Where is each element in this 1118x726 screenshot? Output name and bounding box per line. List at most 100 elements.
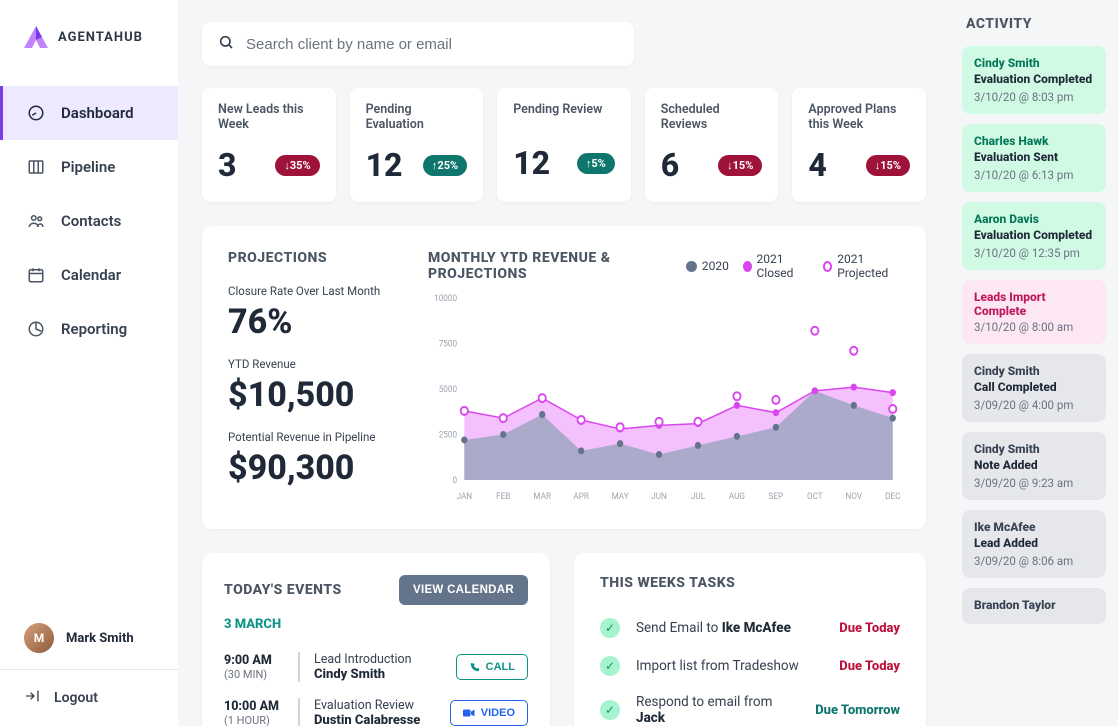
nav-pipeline[interactable]: Pipeline (0, 140, 178, 194)
stat-card: Pending Review 12 ↑5% (497, 88, 631, 202)
search-bar[interactable] (202, 22, 634, 66)
stat-delta: ↓15% (718, 155, 762, 176)
ytd-value: $10,500 (228, 375, 398, 415)
svg-text:AUG: AUG (729, 492, 745, 502)
closure-label: Closure Rate Over Last Month (228, 284, 398, 298)
activity-card[interactable]: Cindy Smith Note Added 3/09/20 @ 9:23 am (962, 432, 1106, 500)
svg-text:10000: 10000 (434, 294, 457, 304)
current-user[interactable]: M Mark Smith (0, 607, 178, 669)
stat-value: 4 (808, 146, 826, 184)
avatar: M (24, 623, 54, 653)
check-icon[interactable]: ✓ (600, 618, 620, 638)
activity-card[interactable]: Leads Import Complete 3/10/20 @ 8:00 am (962, 280, 1106, 344)
closure-value: 76% (228, 302, 398, 342)
logout-icon (24, 688, 40, 708)
projections-card: PROJECTIONS Closure Rate Over Last Month… (202, 226, 926, 529)
nav-label: Reporting (61, 320, 127, 338)
search-input[interactable] (246, 36, 618, 53)
stat-delta: ↑25% (423, 155, 467, 176)
activity-panel: ACTIVITY Cindy Smith Evaluation Complete… (950, 0, 1118, 726)
task-row: ✓ Import list from Tradeshow Due Today (600, 647, 900, 685)
stat-value: 6 (661, 146, 679, 184)
events-card: TODAY'S EVENTS VIEW CALENDAR 3 MARCH 9:0… (202, 553, 550, 726)
activity-card[interactable]: Aaron Davis Evaluation Completed 3/10/20… (962, 202, 1106, 270)
nav-calendar[interactable]: Calendar (0, 248, 178, 302)
nav-dashboard[interactable]: Dashboard (0, 86, 178, 140)
stat-delta: ↓35% (275, 155, 319, 176)
svg-text:0: 0 (452, 476, 457, 486)
stat-value: 12 (513, 144, 550, 182)
stat-value: 12 (366, 146, 403, 184)
events-date: 3 MARCH (224, 617, 528, 632)
stats-row: New Leads this Week 3 ↓35% Pending Evalu… (202, 88, 926, 202)
potential-label: Potential Revenue in Pipeline (228, 430, 398, 444)
legend-2021-closed: 2021 Closed (743, 252, 809, 280)
stat-label: Pending Review (513, 102, 615, 130)
event-row: 10:00 AM(1 HOUR) Evaluation ReviewDustin… (224, 690, 528, 726)
activity-what: Evaluation Completed (974, 228, 1094, 242)
columns-icon (27, 158, 45, 176)
logout-button[interactable]: Logout (0, 669, 178, 726)
activity-who: Aaron Davis (974, 212, 1094, 226)
event-body: Lead IntroductionCindy Smith (314, 652, 442, 682)
activity-what: Evaluation Sent (974, 150, 1094, 164)
task-row: ✓ Respond to email from Jack Due Tomorro… (600, 685, 900, 726)
nav-label: Calendar (61, 266, 121, 284)
view-calendar-button[interactable]: VIEW CALENDAR (399, 575, 528, 605)
svg-text:APR: APR (573, 492, 589, 502)
stat-label: Pending Evaluation (366, 102, 468, 132)
svg-text:MAR: MAR (533, 492, 551, 502)
activity-when: 3/10/20 @ 6:13 pm (974, 168, 1094, 182)
svg-text:DEC: DEC (885, 492, 901, 502)
activity-who: Cindy Smith (974, 364, 1094, 378)
ytd-label: YTD Revenue (228, 357, 398, 371)
nav-contacts[interactable]: Contacts (0, 194, 178, 248)
users-icon (27, 212, 45, 230)
event-call-button[interactable]: CALL (456, 654, 528, 680)
nav-label: Contacts (61, 212, 121, 230)
check-icon[interactable]: ✓ (600, 656, 620, 676)
check-icon[interactable]: ✓ (600, 700, 620, 720)
projections-heading: PROJECTIONS (228, 250, 398, 266)
divider (298, 698, 300, 726)
svg-text:7500: 7500 (439, 339, 457, 349)
stat-value: 3 (218, 146, 236, 184)
stat-label: New Leads this Week (218, 102, 320, 132)
svg-text:OCT: OCT (807, 492, 823, 502)
stat-delta: ↑5% (577, 153, 615, 174)
activity-when: 3/09/20 @ 9:23 am (974, 476, 1094, 490)
activity-when: 3/10/20 @ 12:35 pm (974, 246, 1094, 260)
nav-reporting[interactable]: Reporting (0, 302, 178, 356)
chart-icon (27, 320, 45, 338)
legend-2020: 2020 (686, 252, 729, 280)
potential-value: $90,300 (228, 448, 398, 488)
revenue-chart: 025005000750010000JANFEBMARAPRMAYJUNJULA… (428, 290, 900, 505)
activity-card[interactable]: Charles Hawk Evaluation Sent 3/10/20 @ 6… (962, 124, 1106, 192)
nav: Dashboard Pipeline Contacts Calendar Rep… (0, 74, 178, 607)
svg-text:SEP: SEP (769, 492, 784, 502)
activity-who: Cindy Smith (974, 442, 1094, 456)
brand-name: AGENTAHUB (58, 30, 143, 45)
nav-label: Dashboard (61, 104, 134, 122)
svg-text:MAY: MAY (612, 492, 630, 502)
activity-card[interactable]: Cindy Smith Evaluation Completed 3/10/20… (962, 46, 1106, 114)
stat-card: Scheduled Reviews 6 ↓15% (645, 88, 779, 202)
event-time: 9:00 AM(30 MIN) (224, 653, 284, 681)
divider (298, 652, 300, 682)
activity-who: Cindy Smith (974, 56, 1094, 70)
svg-text:NOV: NOV (846, 492, 863, 502)
activity-card[interactable]: Ike McAfee Lead Added 3/09/20 @ 8:06 am (962, 510, 1106, 578)
stat-delta: ↓15% (866, 155, 910, 176)
calendar-icon (27, 266, 45, 284)
user-name: Mark Smith (66, 631, 134, 646)
chart-heading: MONTHLY YTD REVENUE & PROJECTIONS (428, 250, 672, 282)
stat-card: Approved Plans this Week 4 ↓15% (792, 88, 926, 202)
activity-card[interactable]: Cindy Smith Call Completed 3/09/20 @ 4:0… (962, 354, 1106, 422)
task-due: Due Today (839, 659, 900, 674)
activity-what: Note Added (974, 458, 1094, 472)
activity-who: Leads Import Complete (974, 290, 1094, 318)
event-row: 9:00 AM(30 MIN) Lead IntroductionCindy S… (224, 644, 528, 690)
svg-text:5000: 5000 (439, 385, 457, 395)
event-video-button[interactable]: VIDEO (450, 700, 528, 726)
activity-card[interactable]: Brandon Taylor (962, 588, 1106, 624)
